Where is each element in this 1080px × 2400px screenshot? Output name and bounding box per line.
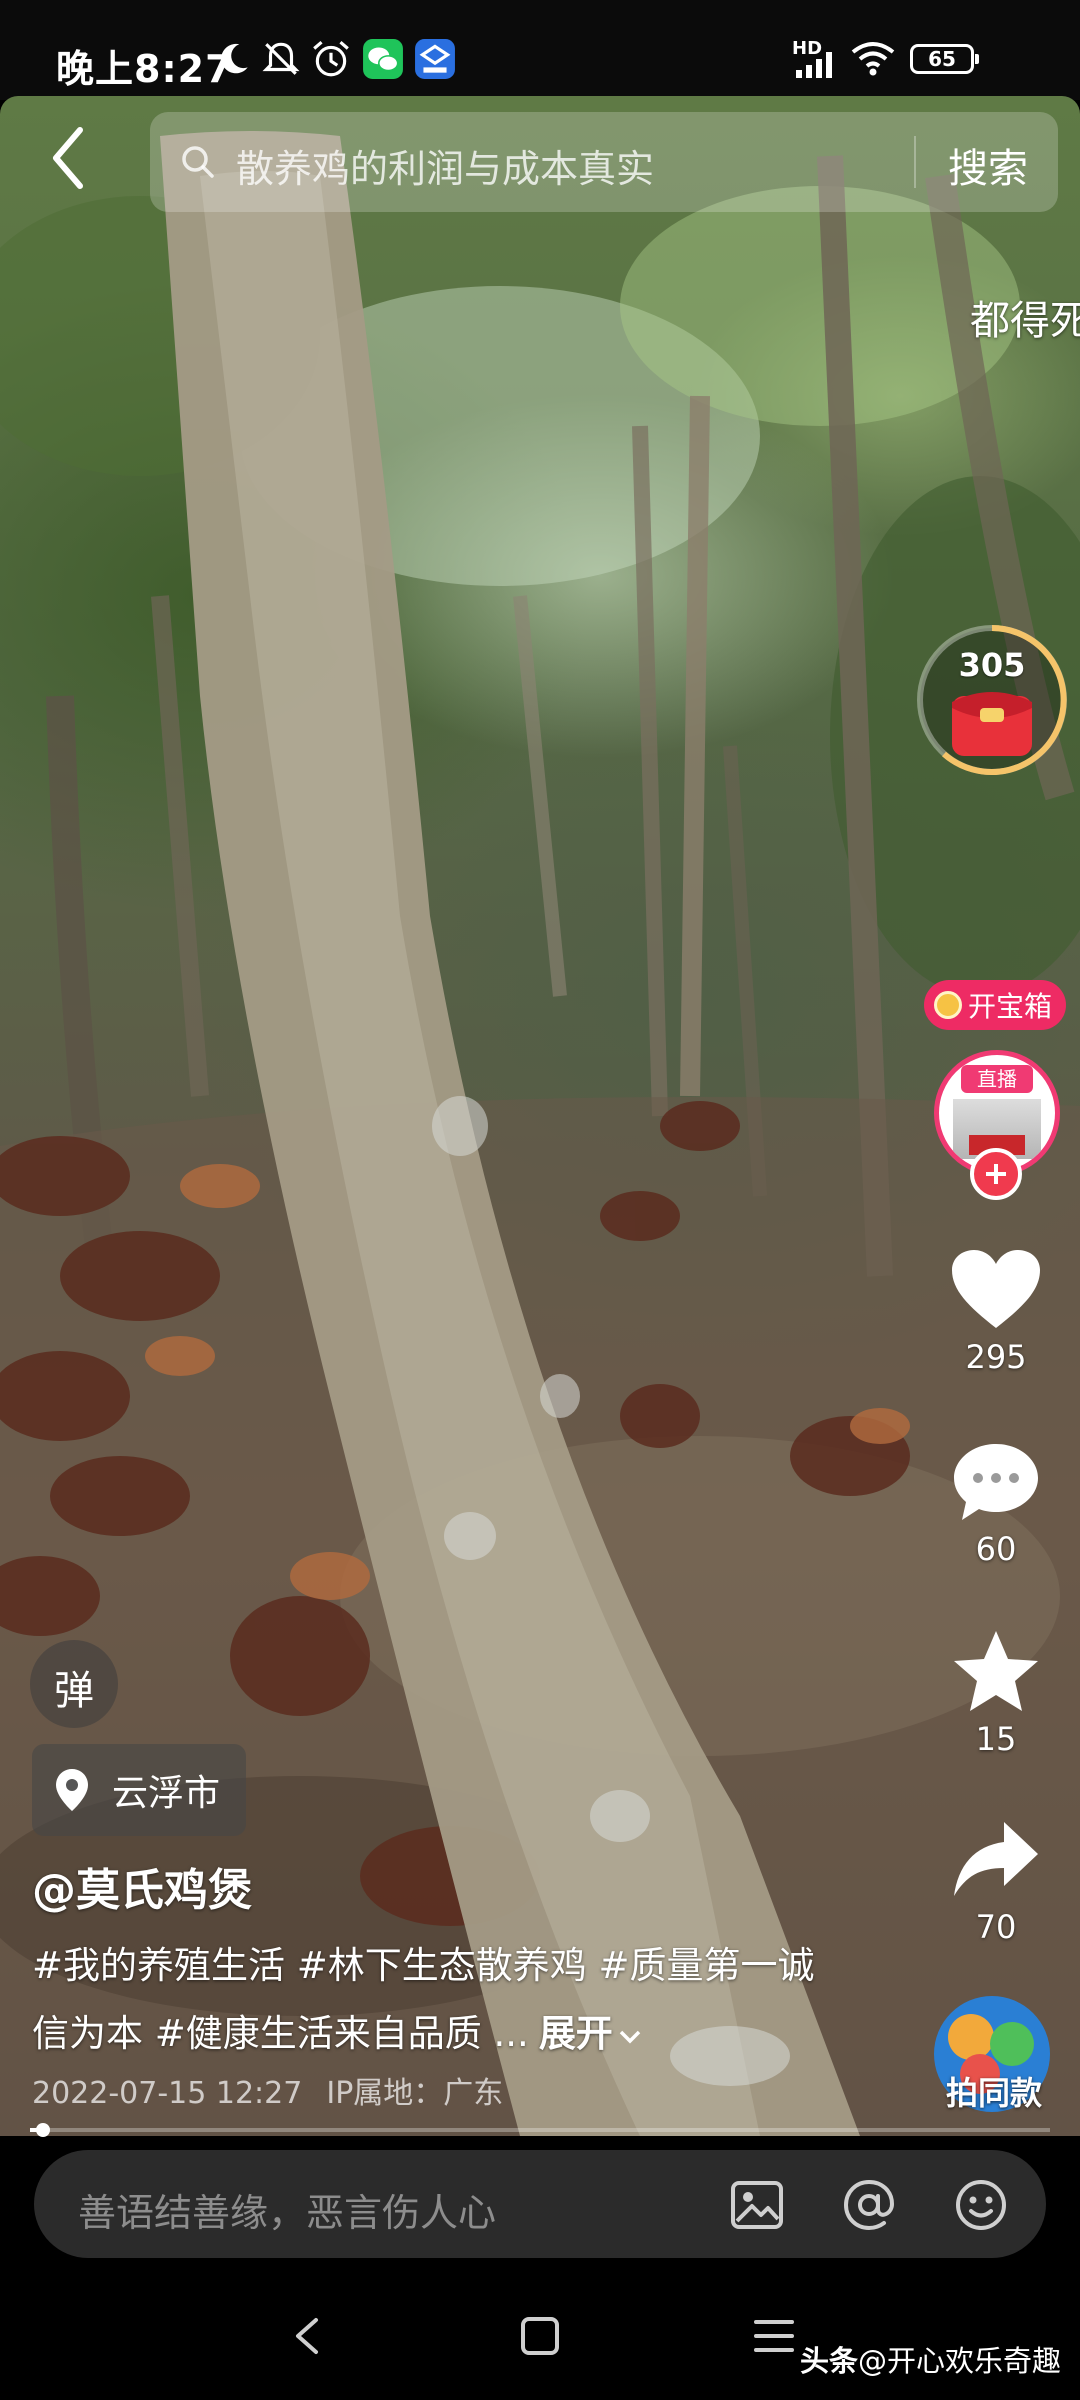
favorite-button[interactable]: 15: [936, 1628, 1056, 1758]
heart-icon: [952, 1250, 1040, 1328]
nav-menu-icon[interactable]: [752, 2314, 796, 2358]
mention-icon[interactable]: [840, 2176, 898, 2234]
signal-icon: [796, 52, 832, 78]
expand-label: 展开: [538, 2012, 613, 2055]
mute-icon: [262, 42, 300, 75]
share-button[interactable]: 70: [936, 1816, 1056, 1946]
image-icon[interactable]: [728, 2176, 786, 2234]
search-button[interactable]: 搜索: [948, 136, 1028, 194]
status-time: 晚上8:27: [56, 47, 233, 91]
like-count: 295: [965, 1338, 1027, 1376]
progress-knob[interactable]: [36, 2123, 50, 2137]
battery-level: 65: [928, 47, 956, 71]
share-arrow-icon: [954, 1822, 1038, 1896]
danmaku-text: 都得死: [970, 298, 1080, 344]
danmaku-toggle[interactable]: 弹: [30, 1640, 118, 1728]
same-style-button[interactable]: 拍同款: [934, 1996, 1054, 2112]
comment-button[interactable]: 60: [936, 1440, 1056, 1568]
alarm-icon: [313, 41, 349, 77]
emoji-icon[interactable]: [952, 2176, 1010, 2234]
treasure-label: 开宝箱: [968, 990, 1053, 1023]
favorite-count: 15: [975, 1720, 1017, 1758]
location-tag[interactable]: 云浮市: [32, 1744, 247, 1836]
video-meta: 2022-07-15 12:27 IP属地：广东: [32, 2068, 503, 2112]
location-pin-icon: [56, 1769, 88, 1811]
same-style-label: 拍同款: [945, 2074, 1042, 2112]
comment-input-bar[interactable]: 善语结善缘，恶言伤人心: [34, 2150, 1046, 2258]
search-input[interactable]: 散养鸡的利润与成本真实: [236, 138, 654, 193]
danmaku-toggle-label: 弹: [54, 1668, 94, 1714]
share-count: 70: [975, 1908, 1017, 1946]
publish-date: 2022-07-15 12:27: [32, 2076, 303, 2111]
open-treasure-button[interactable]: 开宝箱: [924, 980, 1067, 1030]
status-bar: 晚上8:27 HD 65: [0, 0, 1080, 100]
red-packet-count: 305: [958, 646, 1026, 684]
description-text: #我的养殖生活 #林下生态散养鸡 #质量第一诚信为本 #健康生活来自品质 ...: [32, 1944, 815, 2055]
author-name[interactable]: @莫氏鸡煲: [32, 1854, 252, 1918]
star-icon: [954, 1631, 1038, 1711]
comment-icon: [954, 1444, 1038, 1520]
live-badge: 直播: [961, 1065, 1033, 1093]
wechat-icon: [363, 39, 403, 79]
search-bar[interactable]: 散养鸡的利润与成本真实 搜索: [150, 112, 1058, 212]
watermark-app: 头条: [800, 2344, 859, 2378]
comment-count: 60: [975, 1530, 1017, 1568]
follow-button[interactable]: [970, 1148, 1022, 1200]
moon-icon: [221, 43, 248, 74]
search-divider: [914, 136, 916, 188]
search-icon: [182, 146, 214, 178]
ip-location: IP属地：广东: [326, 2076, 504, 2111]
coin-icon: [934, 991, 962, 1019]
back-icon[interactable]: [40, 118, 100, 198]
video-description: #我的养殖生活 #林下生态散养鸡 #质量第一诚信为本 #健康生活来自品质 ...…: [32, 1932, 832, 2068]
expand-button[interactable]: 展开: [539, 2012, 643, 2055]
nav-back-icon[interactable]: [286, 2314, 330, 2358]
watermark-handle: @开心欢乐奇趣: [858, 2344, 1062, 2378]
watermark: 头条@开心欢乐奇趣: [800, 2338, 1061, 2380]
video-progress-bar[interactable]: [30, 2123, 1050, 2137]
app-icon: [415, 39, 455, 79]
comment-input[interactable]: 善语结善缘，恶言伤人心: [78, 2182, 496, 2237]
location-label: 云浮市: [112, 1773, 221, 1814]
battery-icon: 65: [910, 44, 979, 74]
chevron-down-icon: [619, 2030, 641, 2043]
wifi-icon: [851, 42, 895, 76]
nav-home-icon[interactable]: [518, 2314, 562, 2358]
like-button[interactable]: 295: [936, 1246, 1056, 1376]
red-packet-widget[interactable]: 305: [914, 622, 1070, 778]
